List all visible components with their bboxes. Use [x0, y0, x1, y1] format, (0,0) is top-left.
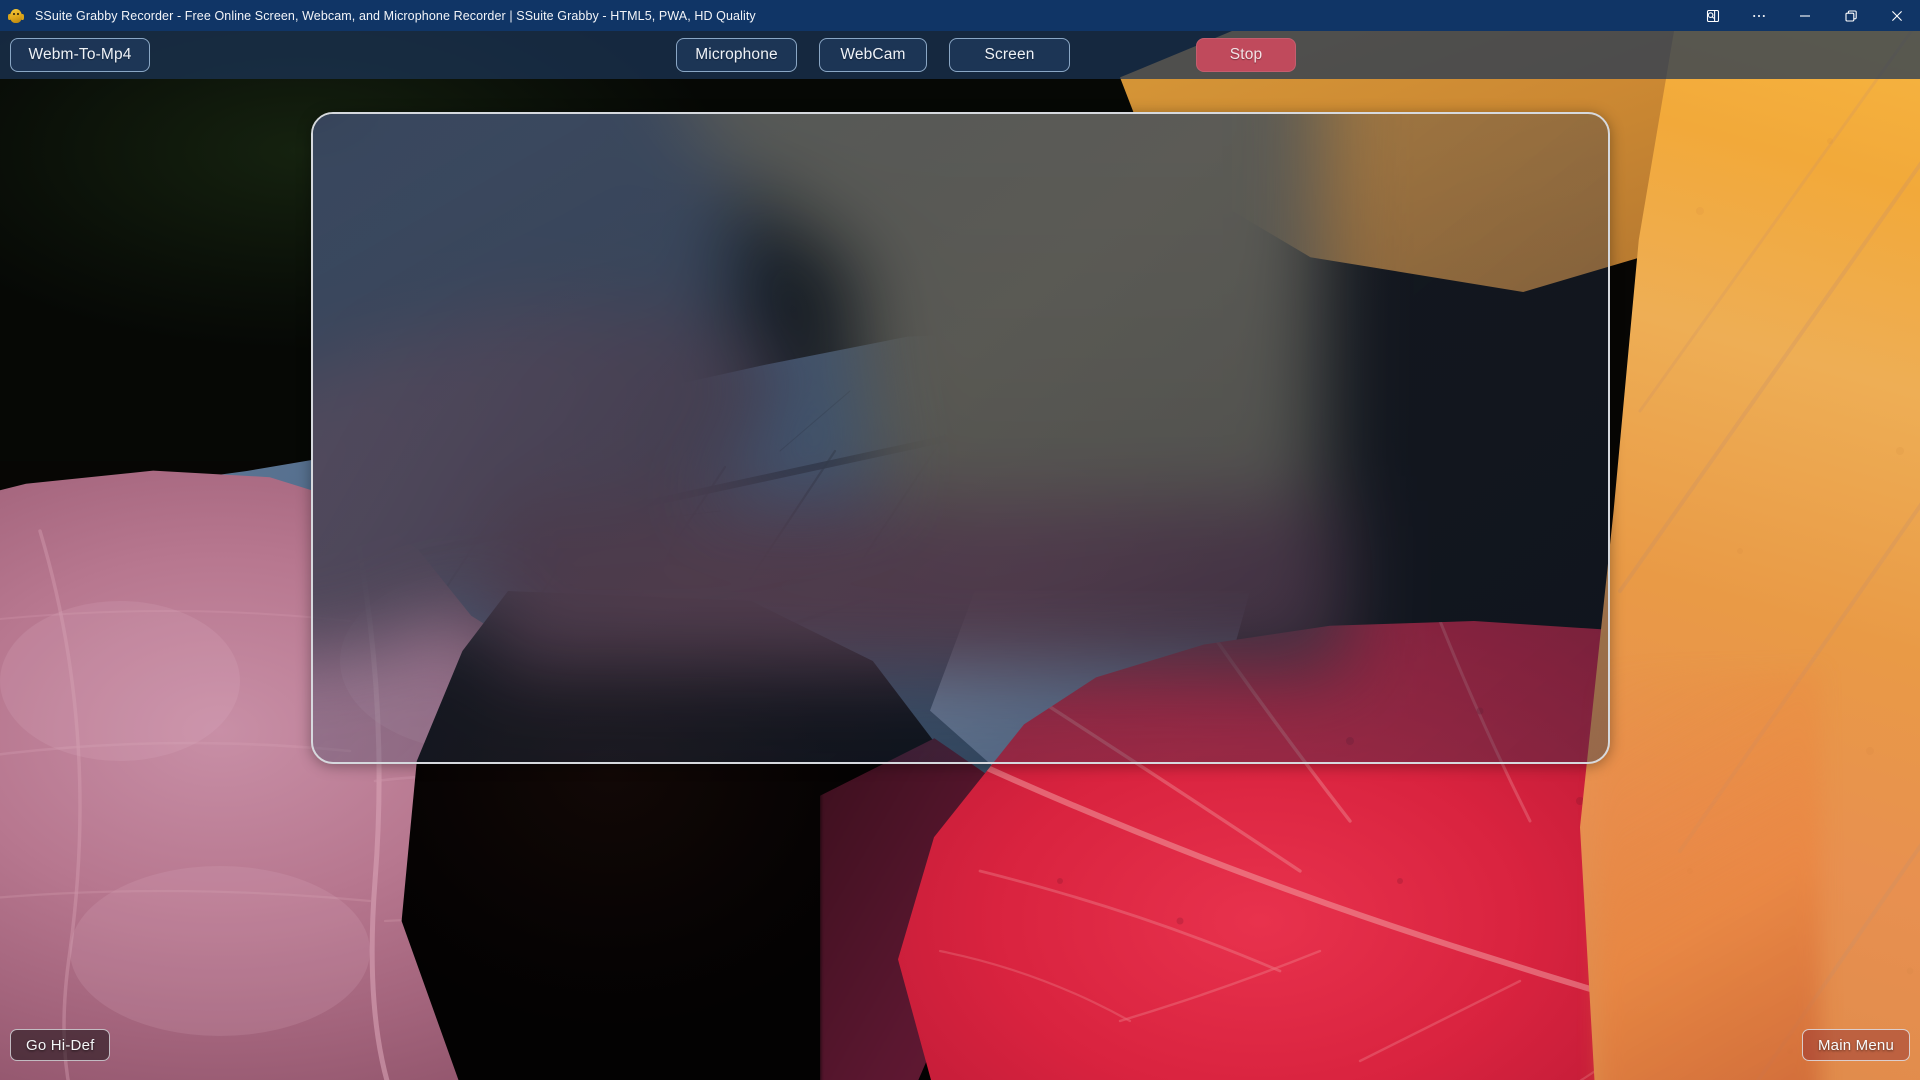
- close-icon[interactable]: [1874, 0, 1920, 31]
- minimize-icon[interactable]: [1782, 0, 1828, 31]
- preview-tint-overlay: [313, 114, 1608, 762]
- leaf-edge-glow: [1600, 671, 1820, 1080]
- restore-icon[interactable]: [1828, 0, 1874, 31]
- split-screen-search-icon[interactable]: [1690, 0, 1736, 31]
- webcam-button[interactable]: WebCam: [819, 38, 927, 72]
- webm-to-mp4-button[interactable]: Webm-To-Mp4: [10, 38, 150, 72]
- video-preview-panel[interactable]: [311, 112, 1610, 764]
- recorder-toolbar: Webm-To-Mp4 Microphone WebCam Screen Sto…: [0, 31, 1920, 79]
- window-title-bar: SSuite Grabby Recorder - Free Online Scr…: [0, 0, 1920, 31]
- stop-button[interactable]: Stop: [1196, 38, 1296, 72]
- main-menu-button[interactable]: Main Menu: [1801, 1029, 1910, 1061]
- go-hi-def-button[interactable]: Go Hi-Def: [10, 1029, 111, 1061]
- grabby-mascot-icon: [7, 7, 25, 25]
- recording-source-button-group: Microphone WebCam Screen Stop: [676, 38, 1296, 72]
- more-options-icon[interactable]: [1736, 0, 1782, 31]
- application-window: Webm-To-Mp4 Microphone WebCam Screen Sto…: [0, 0, 1920, 1080]
- microphone-button[interactable]: Microphone: [676, 38, 797, 72]
- screen-button[interactable]: Screen: [949, 38, 1070, 72]
- window-controls: [1690, 0, 1920, 31]
- window-title-text: SSuite Grabby Recorder - Free Online Scr…: [35, 8, 756, 23]
